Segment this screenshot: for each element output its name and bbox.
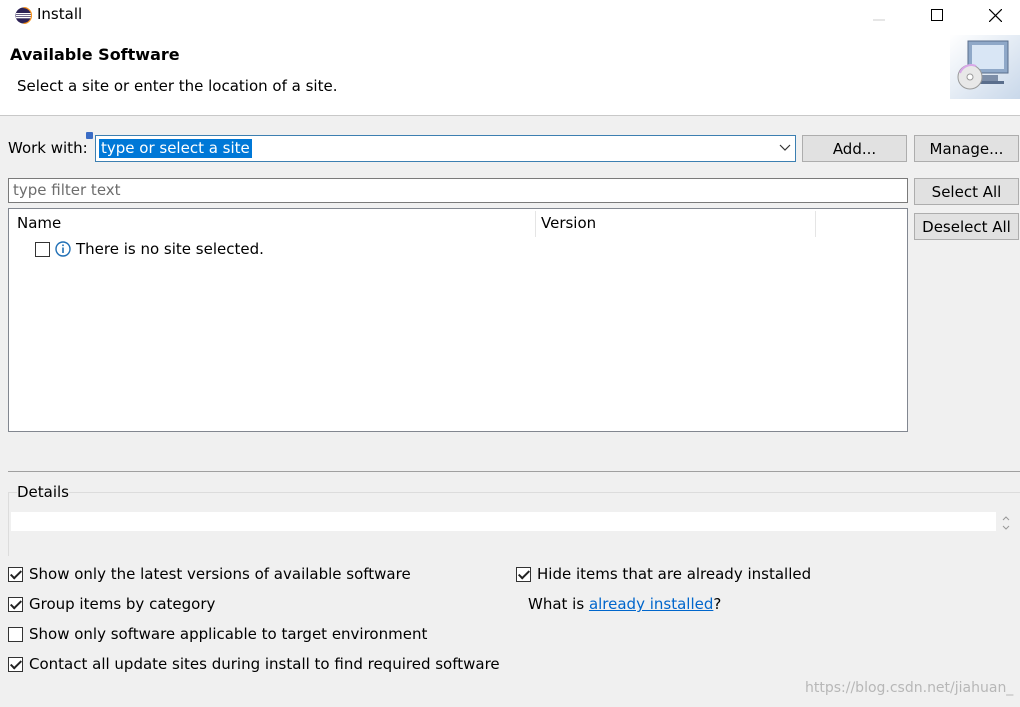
option-target-env-label: Show only software applicable to target … <box>29 625 428 643</box>
select-all-button[interactable]: Select All <box>914 178 1019 205</box>
checkbox-hide-installed[interactable] <box>516 566 531 582</box>
work-with-combo[interactable]: type or select a site <box>95 135 796 162</box>
checkbox-contact-sites[interactable] <box>8 656 23 672</box>
option-target-env[interactable]: Show only software applicable to target … <box>8 625 427 643</box>
content-assist-marker <box>86 132 93 139</box>
eclipse-icon <box>15 7 32 24</box>
option-hide-installed[interactable]: Hide items that are already installed <box>516 565 811 583</box>
manage-sites-button[interactable]: Manage... <box>914 135 1019 162</box>
column-separator[interactable] <box>535 211 536 237</box>
maximize-button[interactable] <box>908 0 966 30</box>
option-contact-sites-label: Contact all update sites during install … <box>29 655 500 673</box>
option-contact-sites[interactable]: Contact all update sites during install … <box>8 655 500 673</box>
option-latest-versions[interactable]: Show only the latest versions of availab… <box>8 565 411 583</box>
work-with-label: Work with: <box>8 139 88 157</box>
minimize-icon <box>873 19 885 21</box>
close-button[interactable] <box>966 0 1020 30</box>
filter-input[interactable]: type filter text <box>8 178 908 203</box>
tree-row-checkbox[interactable] <box>35 241 50 257</box>
scroll-arrows-icon[interactable] <box>999 512 1013 534</box>
title-bar: Install <box>0 0 1020 30</box>
what-is-suffix: ? <box>713 595 722 613</box>
watermark: https://blog.csdn.net/jiahuan_ <box>805 680 1014 696</box>
software-tree[interactable]: Name Version There is no site selected. <box>8 208 908 432</box>
chevron-down-icon[interactable] <box>778 141 792 155</box>
what-is-prefix: What is <box>528 595 589 613</box>
checkbox-target-env[interactable] <box>8 626 23 642</box>
column-header-version[interactable]: Version <box>541 214 596 234</box>
checkbox-group-by-category[interactable] <box>8 596 23 612</box>
add-site-button[interactable]: Add... <box>802 135 907 162</box>
option-group-by-category[interactable]: Group items by category <box>8 595 215 613</box>
what-is-installed-line: What is already installed ? <box>528 595 721 613</box>
option-hide-installed-label: Hide items that are already installed <box>537 565 812 583</box>
option-group-by-category-label: Group items by category <box>29 595 216 613</box>
details-label: Details <box>17 483 70 501</box>
page-title: Available Software <box>10 45 180 64</box>
divider <box>8 471 1020 472</box>
tree-row[interactable]: There is no site selected. <box>35 240 264 258</box>
option-latest-versions-label: Show only the latest versions of availab… <box>29 565 411 583</box>
deselect-all-button[interactable]: Deselect All <box>914 213 1019 240</box>
maximize-icon <box>931 9 943 21</box>
column-header-name[interactable]: Name <box>17 214 61 234</box>
install-banner-icon <box>950 35 1020 99</box>
window-title: Install <box>37 5 83 23</box>
page-description: Select a site or enter the location of a… <box>17 77 338 95</box>
column-separator[interactable] <box>815 211 816 237</box>
info-icon <box>55 241 71 257</box>
wizard-header: Available Software Select a site or ente… <box>0 30 1020 116</box>
close-icon <box>988 8 1002 22</box>
details-text-area[interactable] <box>11 512 996 531</box>
tree-row-label: There is no site selected. <box>76 240 264 258</box>
work-with-value[interactable]: type or select a site <box>99 139 252 158</box>
checkbox-latest-versions[interactable] <box>8 566 23 582</box>
already-installed-link[interactable]: already installed <box>589 595 713 613</box>
minimize-button[interactable] <box>850 0 908 30</box>
